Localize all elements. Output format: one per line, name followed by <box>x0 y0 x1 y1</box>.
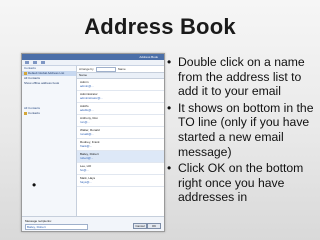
cancel-button[interactable]: Cancel <box>133 223 147 229</box>
address-book-screenshot: Address Book Contacts Default Global Add… <box>21 53 165 232</box>
window-title: Address Book <box>139 55 158 59</box>
address-list-pane: Contacts Default Global Address List All… <box>22 66 77 231</box>
contact-email: frank@... <box>80 144 93 148</box>
contact-row[interactable]: Admin admin@... <box>77 79 164 91</box>
to-field[interactable]: Bailey, Robert <box>25 224 88 230</box>
contact-row[interactable]: Bailey, Robert robert@... <box>77 151 164 163</box>
contact-email: ronald@... <box>80 132 94 136</box>
contact-email: administrator@... <box>80 96 103 100</box>
toolbar-icon <box>33 61 37 64</box>
toolbar-icon <box>25 61 29 64</box>
contact-email: ho@... <box>80 168 89 172</box>
contact-row[interactable]: Mark, Hays hays@... <box>77 175 164 187</box>
contact-email: hays@... <box>80 180 92 184</box>
contact-row[interactable]: Rodney, Frank frank@... <box>77 139 164 151</box>
left-pane-item[interactable]: Contacts <box>22 111 76 116</box>
contact-email: robert@... <box>80 156 94 160</box>
arrange-value[interactable]: Name <box>118 67 126 71</box>
instruction-list: Double click on a name from the address … <box>166 55 316 207</box>
contact-row[interactable]: Walter, Ronald ronald@... <box>77 127 164 139</box>
contact-row[interactable]: Adolfo adolfo@... <box>77 103 164 115</box>
contact-email: ron@... <box>80 120 90 124</box>
bullet-item: Click OK on the bottom right once you ha… <box>166 161 316 205</box>
bullet-item: It shows on bottom in the TO line (only … <box>166 101 316 159</box>
ok-button[interactable]: OK <box>147 223 161 229</box>
toolbar-icon <box>41 61 45 64</box>
arrange-label: Arrange by <box>79 67 94 71</box>
stray-bullet: • <box>32 178 37 192</box>
window-titlebar: Address Book <box>22 54 164 60</box>
contact-email: adolfo@... <box>80 108 94 112</box>
contact-row[interactable]: Anthony, Ron ron@... <box>77 115 164 127</box>
search-strip: Arrange by Name <box>77 66 164 73</box>
contact-list-pane: Arrange by Name Name Admin admin@... Admin… <box>77 66 164 231</box>
contact-row[interactable]: Lee, HO ho@... <box>77 163 164 175</box>
contacts-icon <box>24 111 27 115</box>
bullet-item: Double click on a name from the address … <box>166 55 316 99</box>
folder-icon <box>24 71 27 75</box>
search-input[interactable] <box>95 66 116 72</box>
recipients-bar: Message recipients: Bailey, Robert Cance… <box>22 216 164 231</box>
contact-email: admin@... <box>80 84 94 88</box>
contact-list: Admin admin@... Administrator administrator… <box>77 79 164 187</box>
recipients-label: Message recipients: <box>25 219 52 223</box>
contact-row[interactable]: Administrator administrator@... <box>77 91 164 103</box>
slide-title: Address Book <box>84 14 236 39</box>
